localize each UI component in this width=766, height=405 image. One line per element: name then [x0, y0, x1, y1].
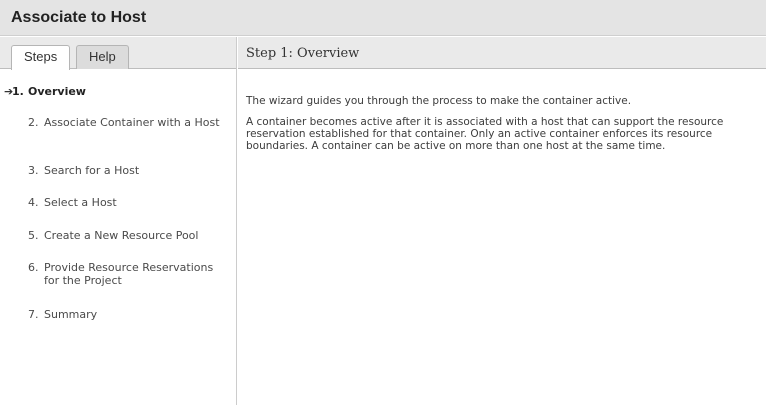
- tab-steps[interactable]: Steps: [11, 45, 71, 70]
- step-title: Step 1: Overview: [246, 46, 360, 61]
- tab-help[interactable]: Help: [76, 45, 129, 69]
- step-label: Overview: [28, 85, 86, 98]
- content-panel: Step 1: Overview The wizard guides you t…: [238, 37, 766, 405]
- step-content: The wizard guides you through the proces…: [246, 95, 751, 161]
- step-label: Create a New Resource Pool: [44, 229, 199, 242]
- step-label: Select a Host: [44, 196, 117, 209]
- step-number: 1.: [12, 85, 24, 98]
- window-title: Associate to Host: [11, 9, 147, 26]
- description-paragraph: The wizard guides you through the proces…: [246, 95, 632, 107]
- tab-strip: Steps Help: [0, 37, 236, 70]
- step-label: Search for a Host: [44, 164, 140, 177]
- step-number: 3.: [28, 164, 39, 177]
- step-number: 2.: [28, 116, 39, 129]
- step-label: Summary: [44, 308, 98, 321]
- description-paragraph: A container becomes active after it is a…: [246, 116, 724, 152]
- step-label: Associate Container with a Host: [44, 116, 220, 129]
- step-number: 5.: [28, 229, 39, 242]
- step-number: 4.: [28, 196, 39, 209]
- step-label: Provide Resource Reservations for the Pr…: [44, 261, 214, 287]
- step-number: 6.: [28, 261, 39, 274]
- step-number: 7.: [28, 308, 39, 321]
- step-header: Step 1: Overview: [238, 37, 766, 69]
- title-bar: Associate to Host: [0, 0, 766, 36]
- steps-panel: Steps Help ➔ 1. Overview 2. Associate Co…: [0, 37, 237, 405]
